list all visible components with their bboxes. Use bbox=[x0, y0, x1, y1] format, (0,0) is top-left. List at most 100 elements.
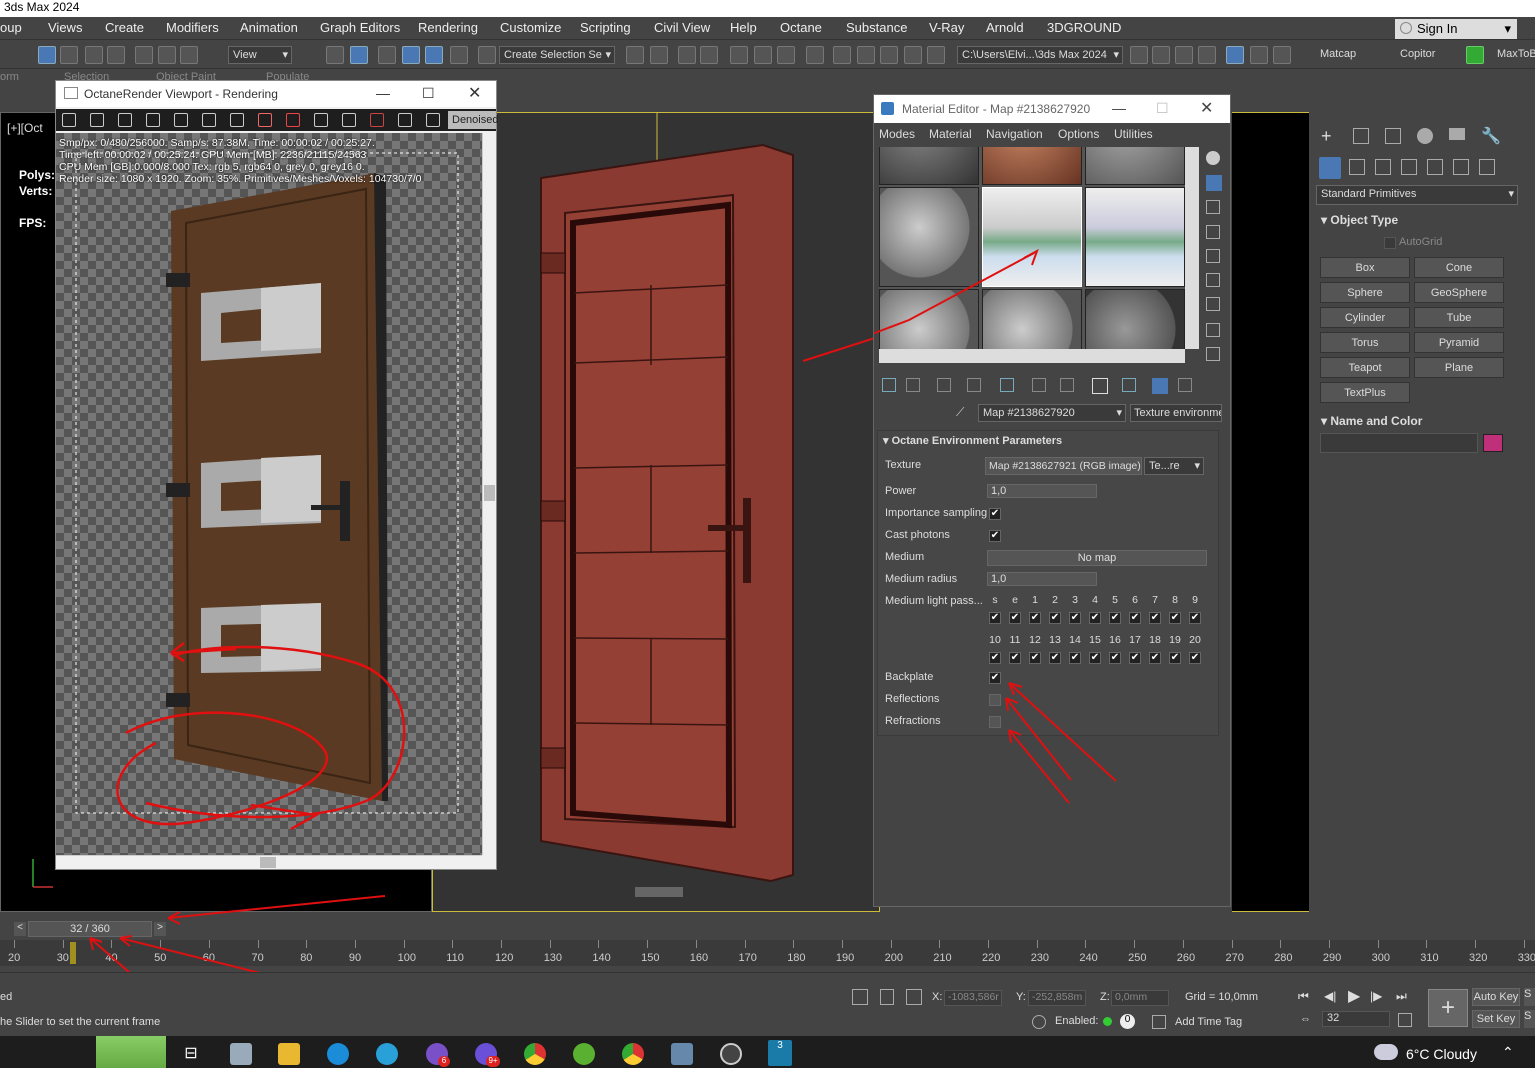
spinner-snap-icon[interactable] bbox=[450, 46, 468, 64]
select-by-name-icon[interactable] bbox=[60, 46, 78, 64]
color-picker-icon[interactable] bbox=[258, 113, 272, 127]
sample-slot[interactable] bbox=[879, 289, 979, 349]
lock-selection-icon[interactable] bbox=[880, 989, 894, 1005]
menu-graph-editors[interactable]: Graph Editors bbox=[320, 20, 400, 35]
texture-type-dropdown[interactable]: Te...re bbox=[1144, 457, 1204, 475]
next-frame-button[interactable]: > bbox=[154, 922, 166, 936]
slots-horizontal-scrollbar[interactable] bbox=[879, 349, 1185, 363]
render-setup-icon[interactable] bbox=[833, 46, 851, 64]
warning-icon[interactable] bbox=[904, 46, 922, 64]
menu-scripting[interactable]: Scripting bbox=[580, 20, 631, 35]
selected-dropdown[interactable]: S bbox=[1524, 988, 1535, 1006]
mirror-icon[interactable] bbox=[626, 46, 644, 64]
sample-type-icon[interactable] bbox=[1206, 151, 1220, 165]
task-view-icon[interactable]: ⊟ bbox=[180, 1043, 202, 1065]
power-spinner[interactable]: 1,0 bbox=[987, 484, 1097, 498]
save-render-icon[interactable] bbox=[62, 113, 76, 127]
curve-editor-icon[interactable] bbox=[754, 46, 772, 64]
menu-views[interactable]: Views bbox=[48, 20, 82, 35]
systems-icon[interactable] bbox=[1479, 159, 1495, 175]
matcap-button[interactable]: Matcap bbox=[1320, 48, 1356, 60]
lights-icon[interactable] bbox=[1375, 159, 1391, 175]
menu-create[interactable]: Create bbox=[105, 20, 144, 35]
select-manipulate-icon[interactable] bbox=[350, 46, 368, 64]
light-pass-checkbox[interactable]: ✔ bbox=[989, 652, 1001, 664]
light-pass-checkbox[interactable]: ✔ bbox=[1129, 652, 1141, 664]
stop-icon[interactable] bbox=[286, 113, 300, 127]
textplus-button[interactable]: TextPlus bbox=[1320, 382, 1410, 403]
time-tag-icon[interactable] bbox=[1152, 1015, 1166, 1029]
light-pass-checkbox[interactable]: ✔ bbox=[1069, 612, 1081, 624]
auto-key-button[interactable]: Auto Key bbox=[1472, 988, 1520, 1006]
denoised-toggle[interactable]: Denoised bbox=[448, 111, 498, 129]
geosphere-button[interactable]: GeoSphere bbox=[1414, 282, 1504, 303]
hierarchy-tab-icon[interactable] bbox=[1385, 128, 1401, 144]
video-check-icon[interactable] bbox=[1206, 249, 1220, 263]
select-by-material-icon[interactable] bbox=[1206, 323, 1220, 337]
x-coordinate-field[interactable]: -1083,586r bbox=[944, 990, 1002, 1006]
add-time-tag-button[interactable]: Add Time Tag bbox=[1175, 1016, 1242, 1028]
vertical-scrollbar[interactable] bbox=[482, 133, 496, 855]
map-name-field[interactable]: Map #2138627920 bbox=[978, 404, 1126, 422]
light-pass-checkbox[interactable]: ✔ bbox=[1049, 612, 1061, 624]
absolute-mode-icon[interactable] bbox=[906, 989, 922, 1005]
render-icon[interactable] bbox=[880, 46, 898, 64]
project-folder-icon[interactable] bbox=[1130, 46, 1148, 64]
utorrent-icon[interactable] bbox=[573, 1043, 595, 1065]
spacewarps-icon[interactable] bbox=[1453, 159, 1469, 175]
current-frame-marker[interactable] bbox=[70, 942, 76, 964]
sample-slot[interactable] bbox=[1085, 147, 1185, 185]
menu-material[interactable]: Material bbox=[929, 127, 972, 141]
refractions-checkbox[interactable] bbox=[989, 716, 1001, 728]
car-icon[interactable] bbox=[370, 113, 384, 127]
light-pass-checkbox[interactable]: ✔ bbox=[1009, 612, 1021, 624]
named-selection-dropdown[interactable]: Create Selection Se bbox=[499, 46, 615, 64]
light-pass-checkbox[interactable]: ✔ bbox=[1009, 652, 1021, 664]
key-filters-button[interactable]: S bbox=[1524, 1010, 1535, 1028]
menu-rendering[interactable]: Rendering bbox=[418, 20, 478, 35]
cameras-icon[interactable] bbox=[1401, 159, 1417, 175]
menu-civil-view[interactable]: Civil View bbox=[654, 20, 710, 35]
rollout-title[interactable]: ▾ Octane Environment Parameters bbox=[883, 434, 1062, 447]
right-viewport[interactable] bbox=[1232, 112, 1309, 912]
menu-modes[interactable]: Modes bbox=[879, 127, 915, 141]
object-color-swatch[interactable] bbox=[1483, 434, 1503, 452]
reference-coord-dropdown[interactable]: View bbox=[228, 46, 292, 64]
horizontal-scrollbar[interactable] bbox=[56, 855, 482, 869]
maximize-icon[interactable]: ☐ bbox=[1156, 100, 1169, 117]
light-pass-checkbox[interactable]: ✔ bbox=[1029, 612, 1041, 624]
menu-help[interactable]: Help bbox=[730, 20, 757, 35]
rotate-icon[interactable] bbox=[158, 46, 176, 64]
primitives-dropdown[interactable]: Standard Primitives bbox=[1316, 185, 1518, 205]
viewport-layout-icon[interactable] bbox=[1226, 46, 1244, 64]
light-pass-checkbox[interactable]: ✔ bbox=[1049, 652, 1061, 664]
camera-icon[interactable] bbox=[398, 113, 412, 127]
layer-explorer-icon[interactable] bbox=[700, 46, 718, 64]
importance-sampling-checkbox[interactable]: ✔ bbox=[989, 508, 1001, 520]
put-library-icon[interactable] bbox=[1060, 378, 1074, 392]
make-copy-icon[interactable] bbox=[1000, 378, 1014, 392]
schematic-view-icon[interactable] bbox=[777, 46, 795, 64]
time-config-icon[interactable] bbox=[1398, 1013, 1412, 1027]
material-id-icon[interactable] bbox=[1092, 378, 1108, 394]
obs-icon[interactable] bbox=[720, 1043, 742, 1065]
chevron-icon[interactable] bbox=[1466, 46, 1484, 64]
time-slider[interactable]: 32 / 360 bbox=[28, 921, 152, 937]
get-material-icon[interactable] bbox=[882, 378, 896, 392]
preview-icon[interactable] bbox=[1206, 273, 1220, 287]
minimize-icon[interactable]: — bbox=[1112, 100, 1126, 116]
make-unique-icon[interactable] bbox=[1032, 378, 1046, 392]
viewport-icon[interactable] bbox=[314, 113, 328, 127]
material-navigator-icon[interactable] bbox=[1206, 347, 1220, 361]
display-tab-icon[interactable] bbox=[1449, 128, 1465, 140]
reset-icon[interactable] bbox=[967, 378, 981, 392]
time-config-icon[interactable] bbox=[1250, 46, 1268, 64]
backplate-checkbox[interactable]: ✔ bbox=[989, 672, 1001, 684]
sample-slot[interactable] bbox=[879, 187, 979, 287]
prev-key-icon[interactable]: ◀| bbox=[1324, 989, 1336, 1003]
scroll-thumb[interactable] bbox=[260, 857, 276, 868]
copitor-button[interactable]: Copitor bbox=[1400, 48, 1435, 60]
menu-substance[interactable]: Substance bbox=[846, 20, 907, 35]
sample-slot[interactable] bbox=[982, 289, 1082, 349]
name-color-rollout[interactable]: ▾ Name and Color bbox=[1321, 414, 1422, 428]
